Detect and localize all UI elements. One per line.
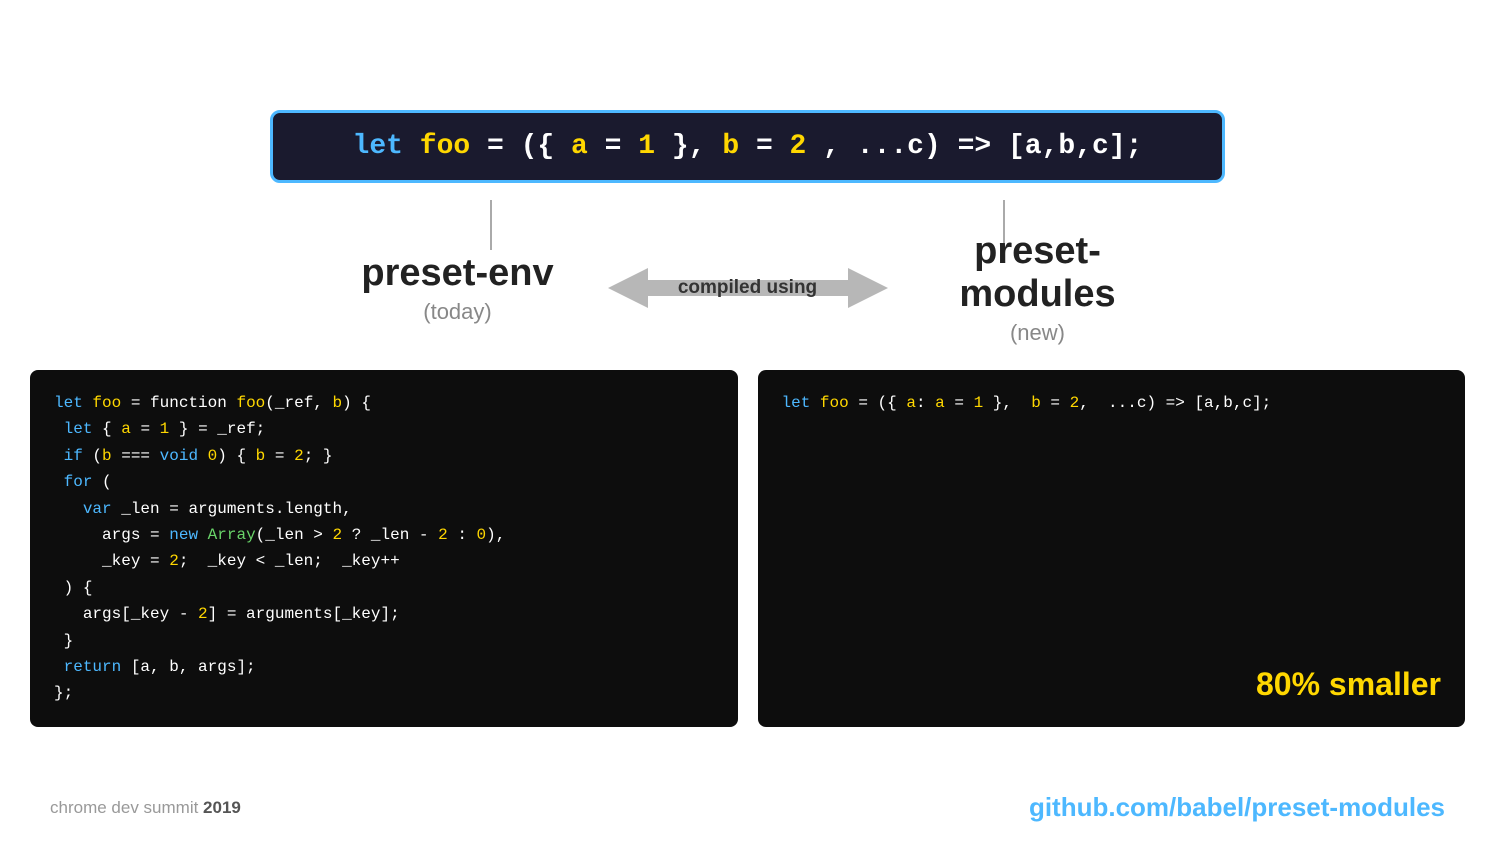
- preset-modules-label: preset-modules (new): [898, 230, 1178, 346]
- middle-section: preset-env (today) compiled using preset…: [0, 230, 1495, 346]
- top-code-text: let foo = ({ a = 1 }, b = 2 , ...c) => […: [303, 131, 1192, 162]
- preset-env-main: preset-env: [318, 252, 598, 295]
- slide: let foo = ({ a = 1 }, b = 2 , ...c) => […: [0, 0, 1495, 847]
- code-param-b: b: [722, 131, 739, 162]
- footer-link-text[interactable]: github.com/babel/preset-modules: [1029, 792, 1445, 822]
- code-rest: , ...c) => [a,b,c];: [823, 131, 1142, 162]
- code-assign-2: =: [756, 131, 790, 162]
- left-code-content: let foo = function foo(_ref, b) { let { …: [54, 390, 714, 707]
- right-code-content: let foo = ({ a: a = 1 }, b = 2, ...c) =>…: [782, 390, 1442, 416]
- footer-link[interactable]: github.com/babel/preset-modules: [1029, 792, 1445, 823]
- footer-year: 2019: [203, 798, 241, 817]
- smaller-badge: 80% smaller: [1256, 666, 1441, 703]
- code-var-foo: foo: [420, 131, 470, 162]
- code-assign-1: =: [605, 131, 639, 162]
- preset-env-label: preset-env (today): [318, 252, 598, 325]
- preset-modules-main: preset-modules: [898, 230, 1178, 316]
- arrow-label: compiled using: [678, 277, 817, 299]
- footer-summit-text: chrome dev summit: [50, 798, 203, 817]
- double-arrow: compiled using: [608, 258, 888, 318]
- code-comma-1: },: [672, 131, 722, 162]
- preset-modules-sub: (new): [898, 320, 1178, 346]
- code-num-1: 1: [638, 131, 655, 162]
- footer: chrome dev summit 2019 github.com/babel/…: [0, 792, 1495, 823]
- footer-left: chrome dev summit 2019: [50, 798, 241, 818]
- preset-env-sub: (today): [318, 299, 598, 325]
- code-param-a: a: [571, 131, 588, 162]
- right-code-panel: let foo = ({ a: a = 1 }, b = 2, ...c) =>…: [758, 370, 1466, 727]
- code-panels: let foo = function foo(_ref, b) { let { …: [30, 370, 1465, 727]
- code-keyword-let: let: [353, 131, 403, 162]
- code-equals: = ({: [487, 131, 571, 162]
- left-code-panel: let foo = function foo(_ref, b) { let { …: [30, 370, 738, 727]
- code-num-2: 2: [790, 131, 807, 162]
- arrow-container: compiled using: [598, 248, 898, 328]
- top-code-box: let foo = ({ a = 1 }, b = 2 , ...c) => […: [270, 110, 1225, 183]
